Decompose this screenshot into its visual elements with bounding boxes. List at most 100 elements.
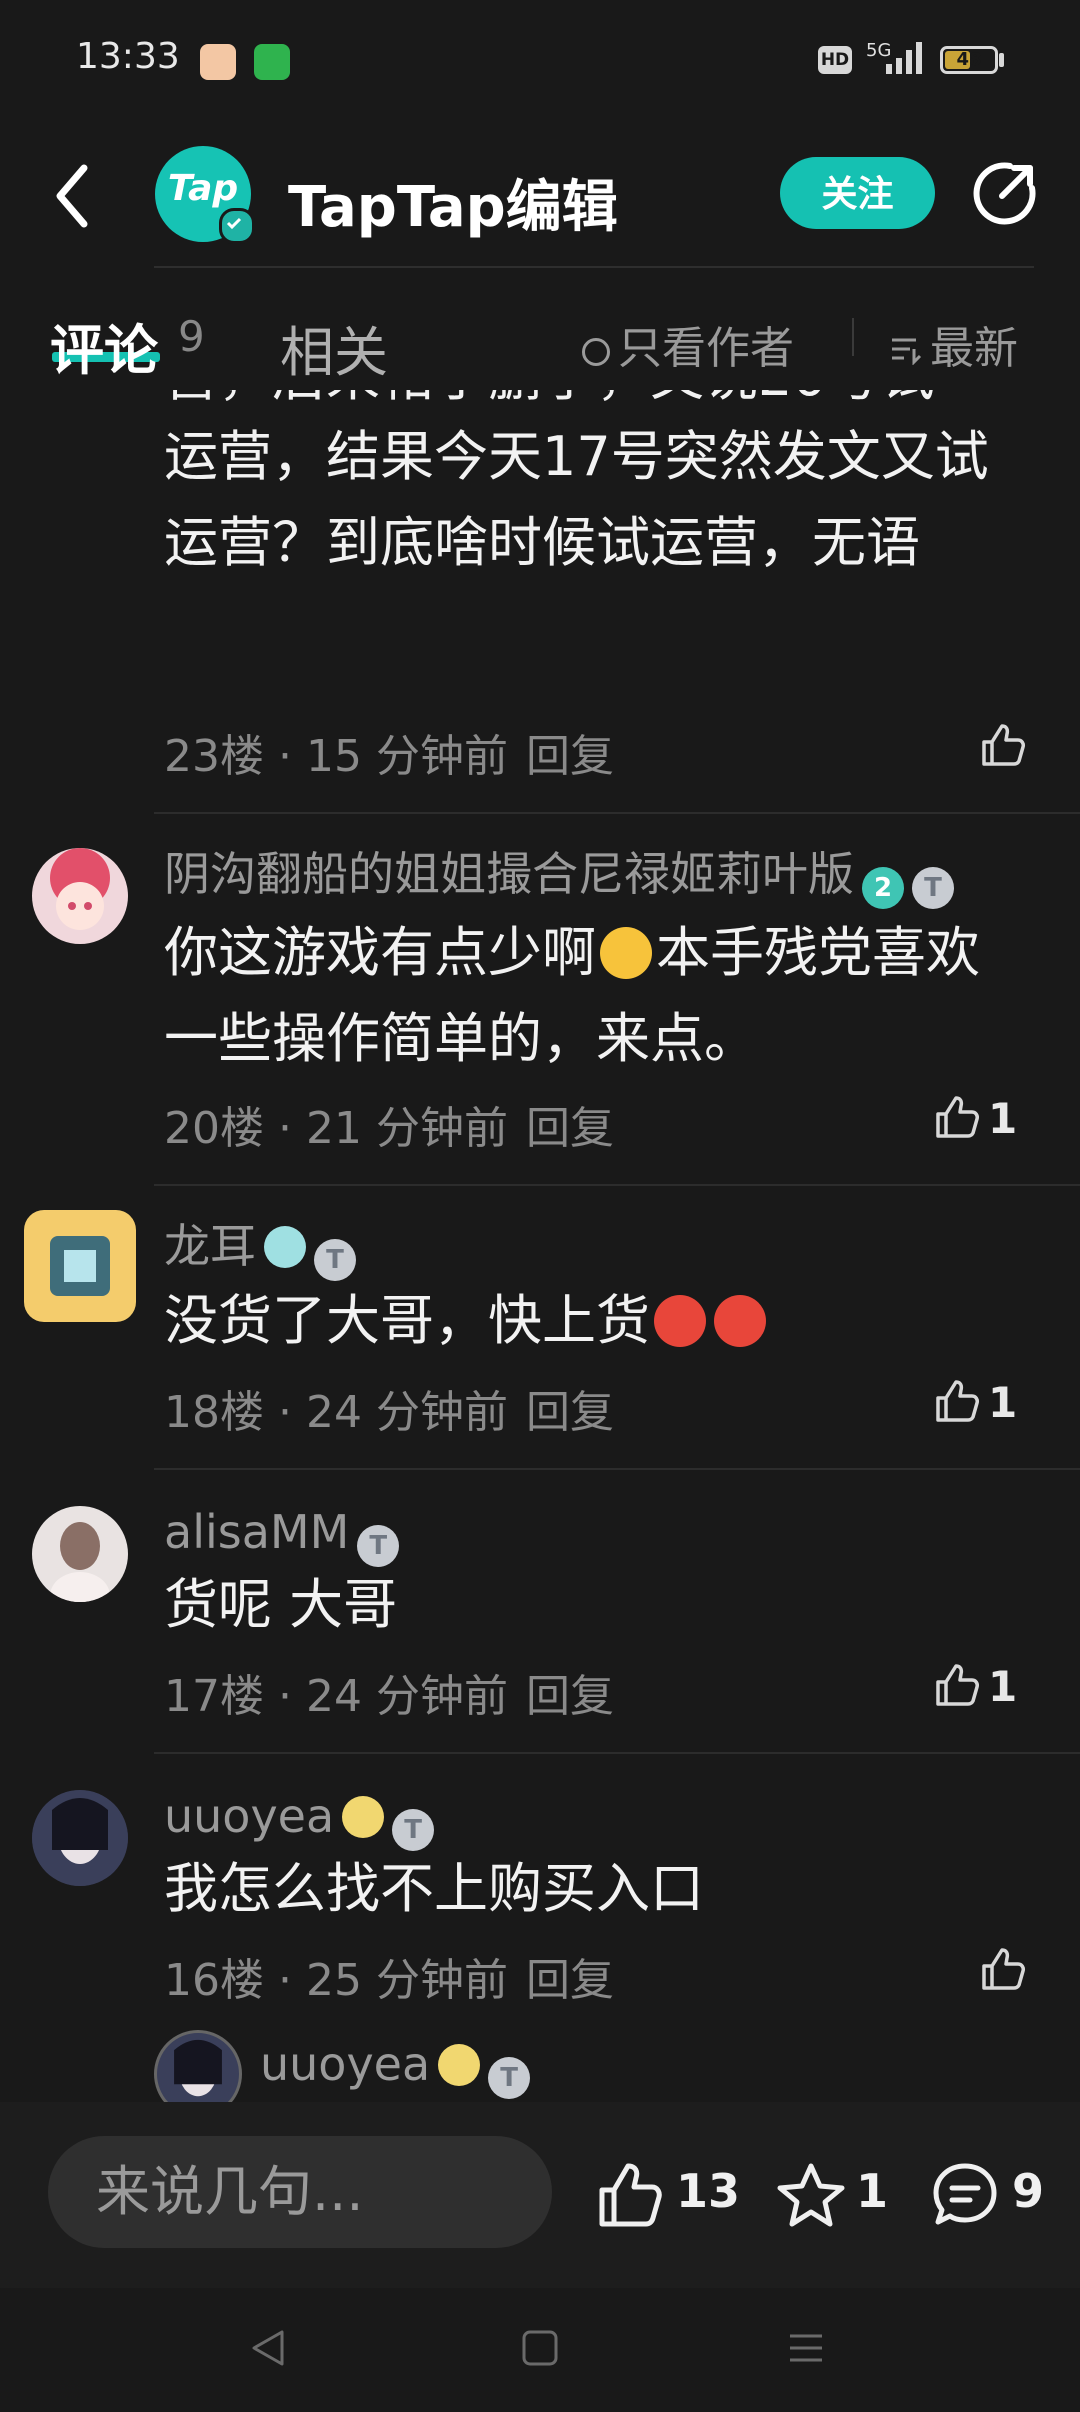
character-badge-icon bbox=[438, 2044, 481, 2086]
thumbs-up-icon bbox=[936, 1096, 979, 1138]
username[interactable]: 龙耳 T bbox=[164, 1218, 356, 1281]
taptap-badge-icon: T bbox=[357, 1525, 400, 1567]
thumbs-up-icon bbox=[936, 1664, 979, 1706]
floor-number: 17楼 bbox=[164, 1671, 264, 1722]
nav-back-icon[interactable] bbox=[246, 2326, 290, 2370]
battery-icon: 48 bbox=[940, 46, 998, 74]
sort-icon bbox=[892, 338, 922, 366]
level-badge-icon: 2 bbox=[862, 867, 904, 909]
hd-icon: HD bbox=[818, 46, 852, 74]
reply-button[interactable]: 回复 bbox=[526, 1103, 614, 1154]
share-icon[interactable] bbox=[970, 160, 1038, 228]
comment-meta: 17楼 · 24 分钟前 回复 bbox=[164, 1671, 614, 1722]
floor-number: 23楼 bbox=[164, 731, 264, 782]
comment-text-part: 你这游戏有点少啊 bbox=[164, 921, 596, 984]
comment-meta: 20楼 · 21 分钟前 回复 bbox=[164, 1103, 614, 1154]
comment-input[interactable]: 来说几句... bbox=[48, 2136, 552, 2248]
comment-text: 货呢 大哥 bbox=[164, 1573, 398, 1636]
only-author-toggle[interactable]: 只看作者 bbox=[582, 312, 794, 376]
thumbs-up-icon bbox=[982, 1948, 1025, 1990]
comment-divider bbox=[154, 1468, 1080, 1470]
shy-emoji-icon bbox=[600, 927, 652, 979]
comment-text: 我怎么找不上购买入口 bbox=[164, 1857, 704, 1920]
only-author-label: 只看作者 bbox=[618, 323, 794, 374]
thumbs-up-icon bbox=[982, 724, 1025, 766]
taptap-badge-icon: T bbox=[392, 1809, 435, 1851]
avatar[interactable] bbox=[32, 848, 128, 944]
comment-time: 25 分钟前 bbox=[305, 1955, 508, 2006]
taptap-badge-icon: T bbox=[488, 2057, 531, 2099]
back-arrow-icon[interactable] bbox=[50, 158, 110, 234]
comment-meta: 16楼 · 25 分钟前 回复 bbox=[164, 1955, 614, 2006]
comment-meta: 23楼 · 15 分钟前 回复 bbox=[164, 731, 614, 782]
reply-button[interactable]: 回复 bbox=[526, 1387, 614, 1438]
username-text: uuoyea bbox=[260, 2037, 431, 2091]
tab-separator bbox=[852, 318, 854, 356]
battery-level: 48 bbox=[956, 49, 982, 70]
message-app-icon bbox=[254, 44, 290, 80]
battery-cap bbox=[999, 53, 1004, 67]
header-divider bbox=[154, 266, 1034, 268]
follow-button[interactable]: 关注 bbox=[780, 157, 935, 229]
reply-button[interactable]: 回复 bbox=[526, 731, 614, 782]
like-count: 1 bbox=[988, 1094, 1018, 1143]
nav-menu-icon[interactable] bbox=[784, 2326, 828, 2370]
taptap-badge-icon: T bbox=[314, 1239, 356, 1281]
username[interactable]: 阴沟翻船的姐姐撮合尼禄姬莉叶版 2 T bbox=[164, 846, 954, 909]
app-notification-icon bbox=[200, 44, 236, 80]
like-count: 1 bbox=[988, 1662, 1018, 1711]
character-badge-icon bbox=[342, 1796, 385, 1838]
username-text: uuoyea bbox=[164, 1789, 335, 1843]
comment-time: 24 分钟前 bbox=[305, 1387, 508, 1438]
comment-text: 你这游戏有点少啊 本手残党喜欢一些操作简单的，来点。 bbox=[164, 910, 1024, 1082]
username-text: alisaMM bbox=[164, 1505, 350, 1559]
comment-list[interactable]: 营，后来帖子删了，又说20号试 运营，结果今天17号突然发文又试运营？到底啥时候… bbox=[0, 390, 1080, 2102]
username-text: 阴沟翻船的姐姐撮合尼禄姬莉叶版 bbox=[164, 847, 854, 901]
thumbs-up-icon[interactable] bbox=[596, 2160, 662, 2230]
like-button[interactable]: 1 bbox=[934, 1662, 1064, 1712]
sort-label: 最新 bbox=[930, 323, 1018, 374]
like-count: 1 bbox=[988, 1378, 1018, 1427]
taptap-badge-icon: T bbox=[912, 867, 954, 909]
username[interactable]: alisaMM T bbox=[164, 1504, 400, 1567]
status-bar: 13:33 HD 5G 48 bbox=[0, 0, 1080, 120]
comment-divider bbox=[154, 1184, 1080, 1186]
page-title: TapTap编辑 bbox=[288, 175, 618, 240]
floor-number: 16楼 bbox=[164, 1955, 264, 2006]
nav-home-icon[interactable] bbox=[518, 2326, 562, 2370]
tab-comments[interactable]: 评论 bbox=[50, 306, 158, 385]
reply-button[interactable]: 回复 bbox=[526, 1671, 614, 1722]
floor-number: 20楼 bbox=[164, 1103, 264, 1154]
comment-total: 9 bbox=[1012, 2164, 1045, 2218]
username[interactable]: uuoyea T bbox=[164, 1788, 435, 1851]
status-time: 13:33 bbox=[76, 36, 180, 77]
avatar[interactable] bbox=[32, 1506, 128, 1602]
verified-badge-icon bbox=[219, 208, 255, 244]
comment-time: 15 分钟前 bbox=[305, 731, 508, 782]
comment-time: 24 分钟前 bbox=[305, 1671, 508, 1722]
tab-related[interactable]: 相关 bbox=[280, 308, 388, 387]
comment-text: 运营，结果今天17号突然发文又试运营？到底啥时候试运营，无语 bbox=[164, 425, 989, 574]
favorite-total: 1 bbox=[856, 2164, 889, 2218]
comment-bubble-icon[interactable] bbox=[930, 2160, 1000, 2230]
reply-avatar[interactable] bbox=[154, 2030, 242, 2102]
comment-text: 没货了大哥，快上货 bbox=[164, 1278, 1024, 1364]
star-icon[interactable] bbox=[776, 2160, 846, 2230]
tab-comments-count: 9 bbox=[178, 312, 205, 361]
avatar[interactable] bbox=[32, 1790, 128, 1886]
angry-emoji-icon bbox=[714, 1295, 766, 1347]
like-button[interactable] bbox=[980, 722, 1030, 772]
reply-button[interactable]: 回复 bbox=[526, 1955, 614, 2006]
like-button[interactable]: 1 bbox=[934, 1094, 1064, 1144]
thumbs-up-icon bbox=[936, 1380, 979, 1422]
angry-emoji-icon bbox=[654, 1295, 706, 1347]
comment-text-part: 没货了大哥，快上货 bbox=[164, 1289, 650, 1352]
comment-meta: 18楼 · 24 分钟前 回复 bbox=[164, 1387, 614, 1438]
avatar[interactable] bbox=[24, 1210, 136, 1322]
like-button[interactable]: 1 bbox=[934, 1378, 1064, 1428]
like-total: 13 bbox=[676, 2164, 741, 2218]
floor-number: 18楼 bbox=[164, 1387, 264, 1438]
reply-username[interactable]: uuoyea T bbox=[260, 2036, 531, 2099]
like-button[interactable] bbox=[980, 1946, 1030, 1996]
sort-toggle[interactable]: 最新 bbox=[890, 312, 1018, 376]
